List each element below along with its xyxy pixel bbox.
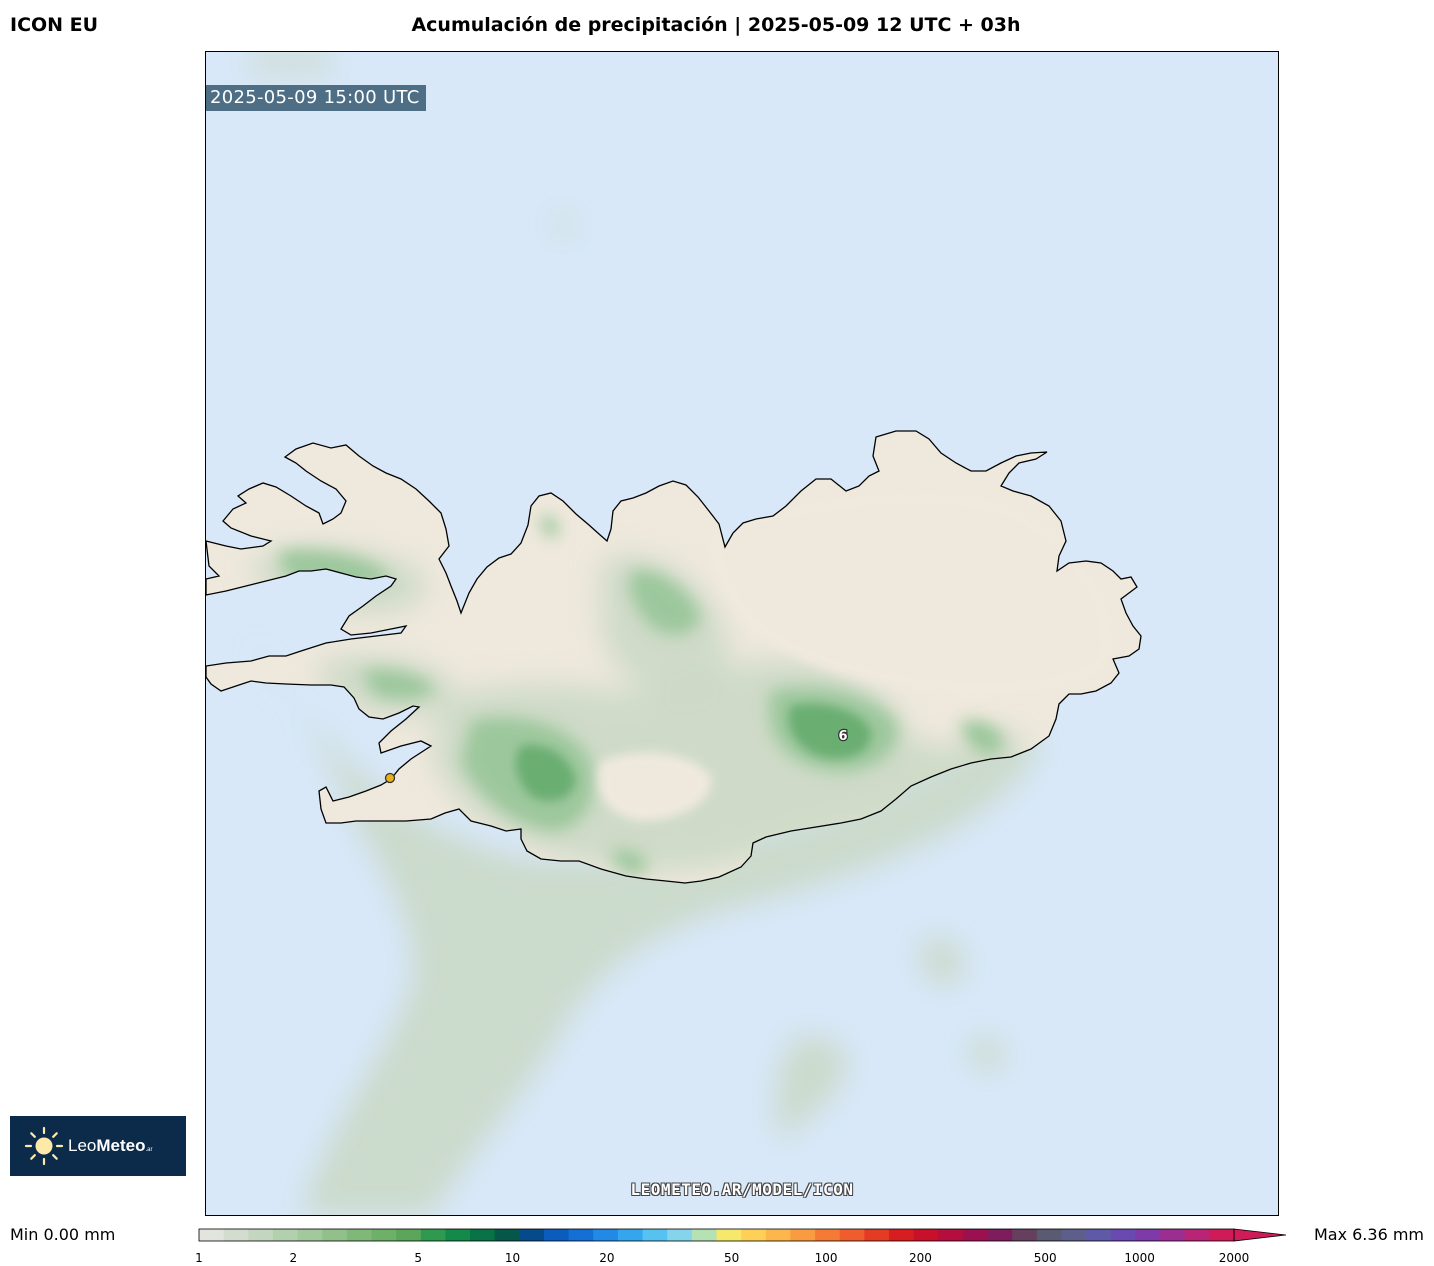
colorbar-segment — [544, 1229, 570, 1241]
colorbar-segment — [445, 1229, 471, 1241]
chart-title: Acumulación de precipitación | 2025-05-0… — [0, 14, 1434, 36]
colorbar-segment — [1036, 1229, 1063, 1241]
colorbar-segment — [593, 1229, 619, 1241]
colorbar-min-label: Min 0.00 mm — [10, 1225, 116, 1244]
sun-icon — [24, 1126, 64, 1166]
colorbar-segment — [199, 1229, 225, 1241]
colorbar-segment — [765, 1229, 792, 1241]
colorbar-segment — [1086, 1229, 1112, 1241]
logo-text-bold: Meteo — [96, 1136, 146, 1155]
colorbar-segment — [272, 1229, 299, 1241]
station-marker[interactable] — [384, 772, 396, 784]
precipitation-map[interactable]: 6 2025-05-09 15:00 UTC LEOMETEO.AR/MODEL… — [205, 51, 1279, 1216]
valid-time-badge: 2025-05-09 15:00 UTC — [206, 85, 426, 111]
colorbar-tick-label: 5 — [414, 1251, 422, 1265]
colorbar-segment — [667, 1229, 693, 1241]
map-canvas: 6 — [206, 52, 1278, 1215]
colorbar-segment — [889, 1229, 915, 1241]
colorbar-segment — [322, 1229, 348, 1241]
leometeo-logo[interactable]: LeoMeteo.ar — [10, 1116, 186, 1176]
colorbar-tick-label: 500 — [1033, 1251, 1057, 1265]
colorbar-segment — [494, 1229, 520, 1241]
colorbar-segment — [716, 1229, 742, 1241]
max-value-marker: 6 — [838, 729, 847, 744]
watermark-url[interactable]: LEOMETEO.AR/MODEL/ICON — [206, 1180, 1278, 1199]
colorbar — [198, 1228, 1287, 1242]
colorbar-segment — [223, 1229, 249, 1241]
colorbar-segment — [1184, 1229, 1210, 1241]
colorbar-extend-arrow — [1233, 1228, 1287, 1242]
colorbar-segment — [815, 1229, 841, 1241]
colorbar-tick-label: 100 — [814, 1251, 838, 1265]
colorbar-segment — [864, 1229, 890, 1241]
colorbar-segment — [297, 1229, 323, 1241]
colorbar-tick-label: 50 — [724, 1251, 740, 1265]
colorbar-tick-label: 200 — [909, 1251, 932, 1265]
logo-suffix: .ar — [145, 1147, 153, 1153]
colorbar-segment — [519, 1229, 545, 1241]
colorbar-tick-label: 10 — [504, 1251, 521, 1265]
colorbar-segment — [938, 1229, 964, 1241]
colorbar-segment — [420, 1229, 447, 1241]
colorbar-max-label: Max 6.36 mm — [1313, 1225, 1424, 1244]
colorbar-tick-label: 2000 — [1218, 1251, 1250, 1265]
colorbar-segment — [1160, 1229, 1186, 1241]
colorbar-segment — [396, 1229, 422, 1241]
colorbar-segment — [1012, 1229, 1038, 1241]
colorbar-segment — [913, 1229, 939, 1241]
colorbar-segment — [691, 1229, 718, 1241]
colorbar-segment — [962, 1229, 989, 1241]
chart-title-text: Acumulación de precipitación | 2025-05-0… — [411, 14, 1021, 36]
colorbar-segment — [248, 1229, 274, 1241]
logo-text-regular: Leo — [68, 1136, 97, 1155]
colorbar-segment — [346, 1229, 373, 1241]
colorbar-segment — [839, 1229, 865, 1241]
colorbar-segment — [568, 1229, 594, 1241]
colorbar-tick-label: 20 — [599, 1251, 615, 1265]
colorbar-segment — [617, 1229, 644, 1241]
colorbar-tick-label: 1 — [195, 1251, 203, 1265]
colorbar-segment — [1209, 1229, 1235, 1241]
logo-wordmark: LeoMeteo.ar — [68, 1136, 153, 1156]
colorbar-segment — [790, 1229, 816, 1241]
colorbar-tick-label: 1000 — [1124, 1251, 1155, 1265]
colorbar-segment — [642, 1229, 668, 1241]
colorbar-segment — [1110, 1229, 1137, 1241]
colorbar-tick-label: 2 — [289, 1251, 298, 1265]
colorbar-segment — [1061, 1229, 1087, 1241]
colorbar-segment — [1135, 1229, 1161, 1241]
colorbar-segment — [371, 1229, 397, 1241]
colorbar-segment — [470, 1229, 496, 1241]
colorbar-segment — [741, 1229, 767, 1241]
colorbar-segment — [987, 1229, 1013, 1241]
